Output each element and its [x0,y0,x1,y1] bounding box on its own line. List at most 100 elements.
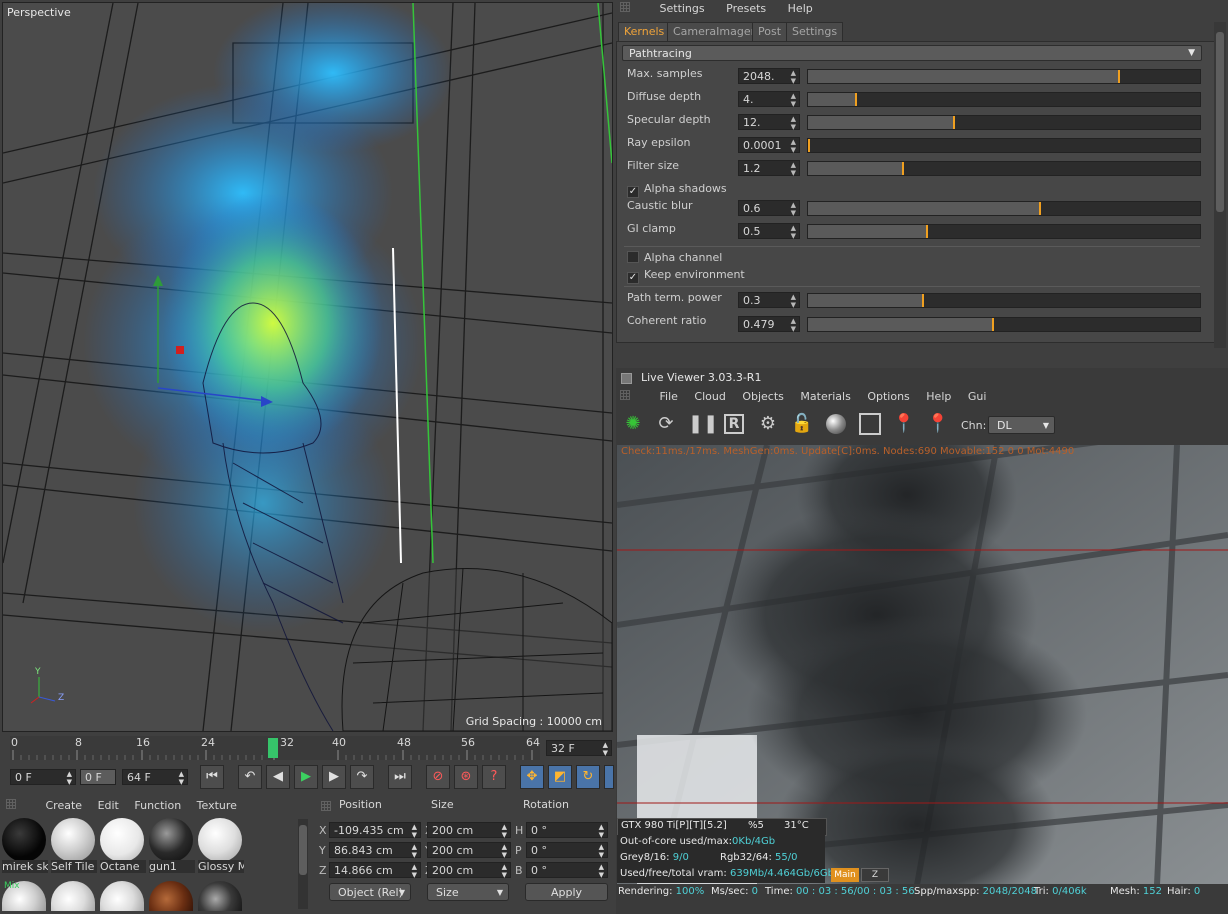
refresh-icon[interactable]: ⟳ [653,411,679,437]
rotation-h-field[interactable]: 0 ° ▲ ▼ [526,822,608,839]
position-y-field[interactable]: 86.843 cm ▲ ▼ [329,842,421,859]
size-z-field[interactable]: 200 cm ▲ ▼ [427,862,511,879]
channel-select[interactable]: DL ▼ [988,416,1055,434]
window-icon[interactable] [621,373,632,384]
menu-help[interactable]: Help [926,390,951,403]
spin-arrows-icon[interactable]: ▲ ▼ [502,823,507,839]
menu-materials[interactable]: Materials [800,390,850,403]
apply-button[interactable]: Apply [525,883,608,901]
panel-grip-icon[interactable] [6,799,16,809]
spin-arrows-icon[interactable]: ▲ ▼ [791,224,796,240]
spin-arrows-icon[interactable]: ▲ ▼ [502,863,507,879]
record-keys-icon[interactable]: ⊘ [426,765,450,789]
tab-kernels[interactable]: Kernels [618,22,671,42]
settings-gear-icon[interactable]: ⚙ [755,411,781,437]
max-samples-field[interactable]: 2048. ▲ ▼ [738,68,800,85]
filter-size-field[interactable]: 1.2 ▲ ▼ [738,160,800,177]
timeline-ruler[interactable]: 0 8 16 24 32 40 48 56 64 [10,736,540,760]
step-back-icon[interactable]: ◀ [266,765,290,789]
spin-arrows-icon[interactable]: ▲ ▼ [599,823,604,839]
spin-arrows-icon[interactable]: ▲ ▼ [599,863,604,879]
coordinate-mode-select[interactable]: Object (Rel) ▼ [329,883,411,901]
material-ball-icon[interactable] [823,411,849,437]
spin-arrows-icon[interactable]: ▲ ▼ [791,69,796,85]
next-key-icon[interactable]: ↷ [350,765,374,789]
region-render-icon[interactable]: R [721,411,747,437]
coherent-ratio-field[interactable]: 0.479 ▲ ▼ [738,316,800,333]
step-forward-icon[interactable]: ▶ [322,765,346,789]
diffuse-depth-slider[interactable] [807,92,1201,107]
material-glossy-m[interactable]: Glossy M [198,818,244,873]
ray-epsilon-slider[interactable] [807,138,1201,153]
start-frame-field[interactable]: 0 F ▲ ▼ [10,769,76,786]
max-samples-slider[interactable] [807,69,1201,84]
menu-function[interactable]: Function [134,799,181,812]
go-to-start-icon[interactable]: ⏮ [200,765,224,789]
spin-arrows-icon[interactable]: ▲ ▼ [67,770,72,786]
octane-render-icon[interactable]: ✺ [620,411,646,437]
coherent-ratio-slider[interactable] [807,317,1201,332]
material-slot[interactable] [198,881,244,911]
menu-file[interactable]: File [660,390,678,403]
ray-epsilon-field[interactable]: 0.0001 ▲ ▼ [738,137,800,154]
diffuse-depth-field[interactable]: 4. ▲ ▼ [738,91,800,108]
material-mirek-sk[interactable]: mirek sk [2,818,48,873]
specular-depth-slider[interactable] [807,115,1201,130]
move-tool-icon[interactable]: ✥ [520,765,544,789]
material-slot[interactable] [149,881,195,911]
path-term-power-field[interactable]: 0.3 ▲ ▼ [738,292,800,309]
path-term-power-slider[interactable] [807,293,1201,308]
tab-post[interactable]: Post [752,22,788,42]
gi-clamp-field[interactable]: 0.5 ▲ ▼ [738,223,800,240]
focus-pin-icon[interactable]: 📍 [891,411,917,437]
previous-key-icon[interactable]: ↶ [238,765,262,789]
scrollbar-thumb[interactable] [1216,32,1224,212]
material-slot[interactable] [51,881,97,911]
rotation-b-field[interactable]: 0 ° ▲ ▼ [526,862,608,879]
panel-grip-icon[interactable] [620,390,630,400]
menu-presets[interactable]: Presets [726,2,766,15]
gi-clamp-slider[interactable] [807,224,1201,239]
scale-tool-icon[interactable]: ◩ [548,765,572,789]
spin-arrows-icon[interactable]: ▲ ▼ [599,843,604,859]
menu-settings[interactable]: Settings [660,2,705,15]
spin-arrows-icon[interactable]: ▲ ▼ [502,843,507,859]
material-scrollbar[interactable] [298,819,308,909]
size-mode-select[interactable]: Size ▼ [427,883,509,901]
play-icon[interactable]: ▶ [294,765,318,789]
spin-arrows-icon[interactable]: ▲ ▼ [791,138,796,154]
spin-arrows-icon[interactable]: ▲ ▼ [791,115,796,131]
menu-gui[interactable]: Gui [968,390,987,403]
param-tool-icon[interactable] [604,765,614,789]
max-frame-field[interactable]: 64 F ▲ ▼ [122,769,188,786]
size-y-field[interactable]: 200 cm ▲ ▼ [427,842,511,859]
keep-environment-checkbox[interactable]: ✓ Keep environment [627,268,745,284]
position-z-field[interactable]: 14.866 cm ▲ ▼ [329,862,421,879]
spin-arrows-icon[interactable]: ▲ ▼ [412,823,417,839]
alpha-shadows-checkbox[interactable]: ✓ Alpha shadows [627,182,727,198]
material-self-tile[interactable]: Self Tile [51,818,97,873]
material-slot[interactable] [100,881,146,911]
caustic-blur-field[interactable]: 0.6 ▲ ▼ [738,200,800,217]
filter-size-slider[interactable] [807,161,1201,176]
position-x-field[interactable]: -109.435 cm ▲ ▼ [329,822,421,839]
spin-arrows-icon[interactable]: ▲ ▼ [412,843,417,859]
material-pin-icon[interactable]: 📍 [925,411,951,437]
spin-arrows-icon[interactable]: ▲ ▼ [791,293,796,309]
frame-icon[interactable] [857,411,883,437]
kernel-select[interactable]: Pathtracing ▼ [622,45,1202,61]
end-frame-field[interactable]: 32 F ▲ ▼ [546,740,612,757]
spin-arrows-icon[interactable]: ▲ ▼ [412,863,417,879]
size-x-field[interactable]: 200 cm ▲ ▼ [427,822,511,839]
spin-arrows-icon[interactable]: ▲ ▼ [603,741,608,757]
tab-settings[interactable]: Settings [786,22,844,42]
rotate-tool-icon[interactable]: ↻ [576,765,600,789]
menu-options[interactable]: Options [867,390,909,403]
keyframe-selection-icon[interactable]: ? [482,765,506,789]
menu-edit[interactable]: Edit [98,799,119,812]
menu-texture[interactable]: Texture [197,799,237,812]
caustic-blur-slider[interactable] [807,201,1201,216]
material-octane[interactable]: Octane [100,818,146,873]
panel-grip-icon[interactable] [321,801,331,811]
tab-main[interactable]: Main [831,868,859,882]
